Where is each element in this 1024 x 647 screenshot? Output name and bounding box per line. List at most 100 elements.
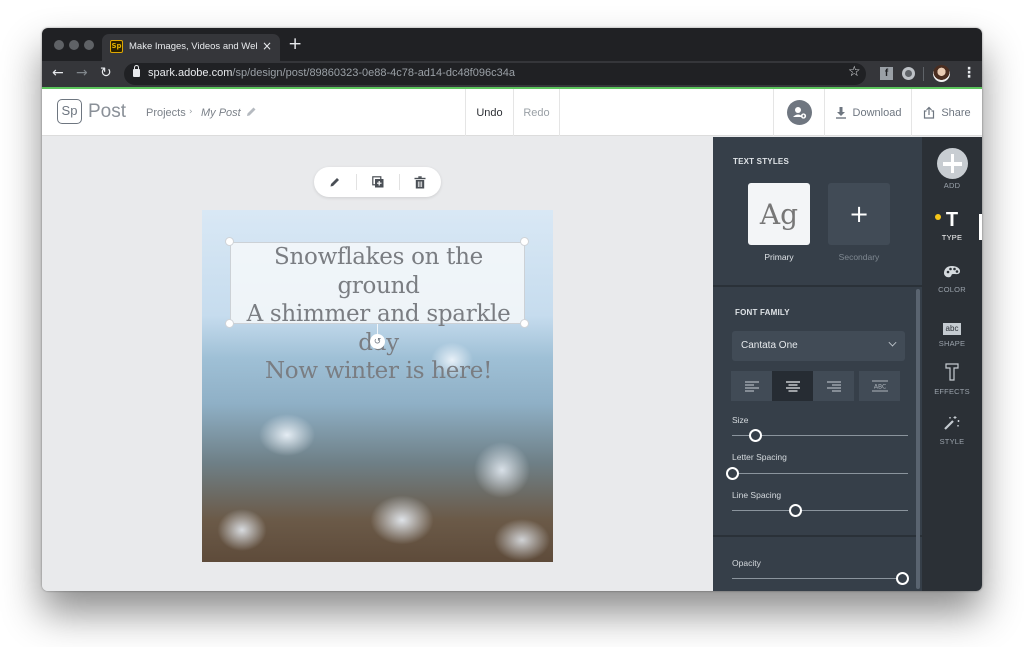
breadcrumb-separator-icon: › [189, 107, 193, 117]
opacity-slider-thumb[interactable] [896, 572, 909, 585]
rail-effects-label: EFFECTS [934, 387, 970, 396]
design-canvas[interactable]: Snowflakes on the ground A shimmer and s… [42, 137, 713, 591]
rail-style[interactable]: STYLE [922, 415, 982, 446]
shape-icon: abc [942, 323, 962, 335]
line-spacing-slider[interactable] [732, 504, 908, 517]
font-family-title: FONT FAMILY [735, 308, 790, 317]
browser-window: Sp Make Images, Videos and Web Stories ×… [42, 28, 982, 591]
text-element[interactable]: Snowflakes on the ground A shimmer and s… [230, 242, 525, 384]
browser-tab[interactable]: Sp Make Images, Videos and Web Stories × [102, 34, 280, 61]
size-label: Size [732, 415, 749, 425]
breadcrumb-current[interactable]: My Post [201, 107, 241, 119]
plus-circle-icon [936, 148, 968, 179]
rail-type[interactable]: T TYPE [922, 209, 982, 242]
primary-style-card[interactable]: Ag [748, 183, 810, 245]
align-right-button[interactable] [813, 371, 854, 401]
all-caps-button[interactable]: ABC [859, 371, 900, 401]
context-toolbar [314, 167, 441, 197]
resize-handle-top-right[interactable] [520, 237, 529, 246]
resize-handle-bottom-right[interactable] [520, 319, 529, 328]
delete-button[interactable] [399, 167, 441, 197]
rail-shape[interactable]: abc SHAPE [922, 316, 982, 348]
rail-add[interactable]: ADD [922, 148, 982, 190]
rail-color-label: COLOR [938, 285, 966, 294]
letter-spacing-label: Letter Spacing [732, 452, 787, 462]
align-center-button[interactable] [772, 371, 813, 401]
letter-spacing-slider[interactable] [726, 467, 908, 480]
rail-selection-indicator [979, 214, 982, 240]
alignment-group [731, 371, 854, 401]
bookmark-star-icon[interactable]: ☆ [848, 64, 861, 80]
app-name: Post [88, 101, 127, 122]
post-text[interactable]: Snowflakes on the ground A shimmer and s… [231, 243, 526, 386]
effects-icon [945, 363, 959, 381]
browser-menu-icon[interactable]: ⋮ [962, 65, 976, 81]
profile-avatar[interactable] [933, 65, 950, 82]
window-minimize-button[interactable] [69, 40, 79, 50]
post-text-line: Now winter is here! [264, 358, 493, 384]
forward-button[interactable]: → [76, 65, 88, 81]
rotate-handle-icon[interactable]: ↺ [370, 334, 385, 349]
spark-logo[interactable]: Sp [57, 99, 82, 124]
line-spacing-label: Line Spacing [732, 490, 782, 500]
app-header: Sp Post Projects › My Post Undo Redo Dow… [42, 89, 982, 136]
line-spacing-slider-thumb[interactable] [789, 504, 803, 517]
size-slider[interactable] [732, 429, 908, 442]
reload-button[interactable]: ↻ [100, 65, 112, 81]
case-group: ABC [859, 371, 900, 401]
share-label: Share [941, 106, 971, 119]
magic-wand-icon [944, 416, 960, 430]
opacity-slider[interactable] [732, 572, 909, 585]
download-icon [835, 107, 846, 119]
trash-icon [414, 175, 426, 188]
window-zoom-button[interactable] [84, 40, 94, 50]
rail-add-label: ADD [943, 181, 961, 190]
resize-handle-bottom-left[interactable] [225, 319, 234, 328]
rename-pencil-icon[interactable] [245, 106, 257, 118]
rotate-stem [377, 324, 378, 334]
text-properties-panel: TEXT STYLES Ag + Primary Secondary FONT … [713, 137, 922, 591]
url-text[interactable]: spark.adobe.com/sp/design/post/89860323-… [148, 67, 515, 79]
rail-effects[interactable]: EFFECTS [922, 363, 982, 396]
add-secondary-style-button[interactable]: + [828, 183, 890, 245]
align-right-icon [826, 380, 841, 392]
facebook-extension-icon[interactable]: f [880, 67, 893, 80]
rail-style-label: STYLE [939, 437, 965, 446]
align-left-button[interactable] [731, 371, 772, 401]
back-button[interactable]: ← [52, 65, 64, 81]
add-user-icon [786, 100, 812, 125]
tab-close-icon[interactable]: × [262, 39, 272, 53]
letter-spacing-slider-thumb[interactable] [726, 467, 739, 480]
lock-icon [133, 65, 140, 77]
edit-text-button[interactable] [314, 167, 356, 197]
font-family-dropdown[interactable]: Cantata One [732, 331, 905, 361]
record-extension-icon[interactable] [902, 67, 915, 80]
type-icon: T [945, 209, 959, 231]
new-tab-button[interactable]: + [288, 34, 302, 54]
align-left-icon [744, 380, 759, 392]
rail-shape-label: SHAPE [938, 339, 966, 348]
toolbar-divider [923, 67, 924, 81]
panel-scrollbar[interactable] [916, 289, 920, 589]
post-artboard[interactable]: Snowflakes on the ground A shimmer and s… [202, 210, 553, 562]
undo-button[interactable]: Undo [465, 89, 513, 136]
size-slider-thumb[interactable] [748, 429, 762, 442]
tab-title: Make Images, Videos and Web Stories [129, 41, 257, 52]
all-caps-icon: ABC [871, 380, 888, 392]
resize-handle-top-left[interactable] [225, 237, 234, 246]
breadcrumb-projects[interactable]: Projects [146, 107, 186, 119]
rail-color[interactable]: COLOR [922, 264, 982, 294]
duplicate-button[interactable] [357, 167, 399, 197]
window-close-button[interactable] [54, 40, 64, 50]
browser-toolbar: ← → ↻ spark.adobe.com/sp/design/post/898… [42, 61, 982, 87]
invite-collaborator-button[interactable] [773, 89, 824, 136]
chevron-down-icon [888, 338, 897, 347]
tab-strip: Sp Make Images, Videos and Web Stories ×… [42, 28, 982, 61]
share-button[interactable]: Share [911, 89, 982, 136]
download-button[interactable]: Download [824, 89, 911, 136]
rail-type-label: TYPE [941, 233, 963, 242]
address-bar[interactable]: spark.adobe.com/sp/design/post/89860323-… [124, 63, 866, 85]
redo-button[interactable]: Redo [513, 89, 560, 136]
secondary-style-label: Secondary [838, 252, 880, 262]
opacity-label: Opacity [732, 558, 761, 568]
